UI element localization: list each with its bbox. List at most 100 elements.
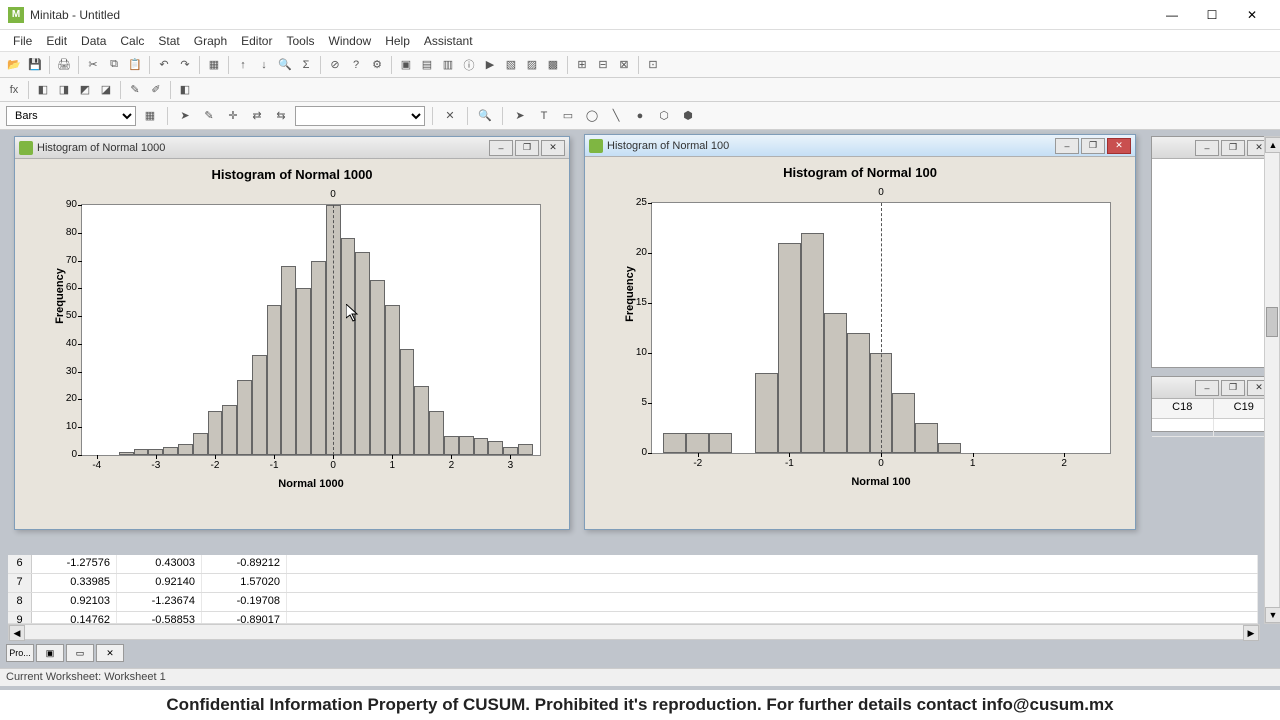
tb-a-icon[interactable]: ▣ (396, 55, 416, 75)
marker-icon[interactable]: ● (630, 106, 650, 126)
histogram-bar[interactable] (148, 449, 163, 455)
histogram-bar[interactable] (915, 423, 938, 453)
histogram-bar[interactable] (385, 305, 400, 455)
polyline-icon[interactable]: ⬡ (654, 106, 674, 126)
col-header[interactable]: C18 (1152, 399, 1214, 418)
histogram-bar[interactable] (134, 449, 149, 455)
histogram-bar[interactable] (938, 443, 961, 453)
histogram-bar[interactable] (444, 436, 459, 455)
minimize-icon[interactable]: – (1195, 380, 1219, 396)
pointer-icon[interactable]: ➤ (175, 106, 195, 126)
arrow-up-icon[interactable]: ↑ (233, 55, 253, 75)
histogram-bar[interactable] (341, 238, 356, 455)
undo-icon[interactable]: ↶ (154, 55, 174, 75)
histogram-bar[interactable] (824, 313, 847, 453)
histogram-bar[interactable] (119, 452, 134, 455)
histogram-bar[interactable] (778, 243, 801, 453)
open-icon[interactable]: 📂 (4, 55, 24, 75)
find-icon[interactable]: 🔍 (275, 55, 295, 75)
table-row[interactable]: 7 0.33985 0.92140 1.57020 (8, 574, 1258, 593)
close-icon[interactable]: ✕ (541, 140, 565, 156)
histogram-bar[interactable] (709, 433, 732, 453)
histogram-bar[interactable] (429, 411, 444, 455)
tb-f-icon[interactable]: ▩ (543, 55, 563, 75)
et-f-icon[interactable]: ✐ (146, 80, 166, 100)
histogram-bar[interactable] (222, 405, 237, 455)
copy-icon[interactable]: ⧉ (104, 55, 124, 75)
scroll-right-icon[interactable]: ▶ (1243, 625, 1259, 641)
chart-titlebar[interactable]: Histogram of Normal 1000 – ❐ ✕ (15, 137, 569, 159)
histogram-bar[interactable] (663, 433, 686, 453)
scroll-down-icon[interactable]: ▼ (1265, 607, 1280, 623)
histogram-bar[interactable] (237, 380, 252, 455)
histogram-bar[interactable] (518, 444, 533, 455)
histogram-bar[interactable] (686, 433, 709, 453)
histogram-bar[interactable] (193, 433, 208, 455)
minimize-button[interactable]: — (1152, 1, 1192, 29)
menu-tools[interactable]: Tools (279, 32, 321, 50)
swap-icon[interactable]: ⇄ (247, 106, 267, 126)
histogram-bar[interactable] (414, 386, 429, 455)
chart-window-1000[interactable]: Histogram of Normal 1000 – ❐ ✕ Histogram… (14, 136, 570, 530)
et-e-icon[interactable]: ✎ (125, 80, 145, 100)
fx-icon[interactable]: fx (4, 80, 24, 100)
grid4-icon[interactable]: ⊡ (643, 55, 663, 75)
menu-assistant[interactable]: Assistant (417, 32, 480, 50)
minimize-icon[interactable]: – (489, 140, 513, 156)
grid3-icon[interactable]: ⊠ (614, 55, 634, 75)
menu-stat[interactable]: Stat (151, 32, 186, 50)
maximize-button[interactable]: ☐ (1192, 1, 1232, 29)
info-icon[interactable]: ⓘ (459, 55, 479, 75)
et-b-icon[interactable]: ◨ (54, 80, 74, 100)
play-icon[interactable]: ▶ (480, 55, 500, 75)
graph-combo[interactable] (295, 106, 425, 126)
histogram-bar[interactable] (252, 355, 267, 455)
et-a-icon[interactable]: ◧ (33, 80, 53, 100)
horizontal-scrollbar[interactable]: ◀ ▶ (8, 624, 1260, 640)
close-icon[interactable]: ✕ (1107, 138, 1131, 154)
text-icon[interactable]: T (534, 106, 554, 126)
tb-d-icon[interactable]: ▧ (501, 55, 521, 75)
plot-area[interactable]: 0 Frequency Normal 1000 0102030405060708… (81, 204, 541, 456)
tab-button[interactable]: ▭ (66, 644, 94, 662)
tb-e-icon[interactable]: ▨ (522, 55, 542, 75)
restore-icon[interactable]: ❐ (1081, 138, 1105, 154)
histogram-bar[interactable] (267, 305, 282, 455)
minimize-icon[interactable]: – (1195, 140, 1219, 156)
line-icon[interactable]: ╲ (606, 106, 626, 126)
restore-icon[interactable]: ❐ (515, 140, 539, 156)
rect-icon[interactable]: ▭ (558, 106, 578, 126)
et-g-icon[interactable]: ◧ (175, 80, 195, 100)
chart-titlebar[interactable]: Histogram of Normal 100 – ❐ ✕ (585, 135, 1135, 157)
histogram-bar[interactable] (370, 280, 385, 455)
worksheet-titlebar[interactable]: – ❐ ✕ (1152, 377, 1275, 399)
minimize-icon[interactable]: – (1055, 138, 1079, 154)
histogram-bar[interactable] (400, 349, 415, 455)
menu-file[interactable]: File (6, 32, 39, 50)
gt-a-icon[interactable]: ▦ (140, 106, 160, 126)
select-icon[interactable]: ➤ (510, 106, 530, 126)
x-icon[interactable]: ✕ (440, 106, 460, 126)
ellipse-icon[interactable]: ◯ (582, 106, 602, 126)
stats-icon[interactable]: Σ (296, 55, 316, 75)
table-row[interactable]: 9 0.14762 -0.58853 -0.89017 (8, 612, 1258, 624)
histogram-bar[interactable] (281, 266, 296, 455)
histogram-bar[interactable] (208, 411, 223, 455)
zoom-icon[interactable]: 🔍 (475, 106, 495, 126)
cut-icon[interactable]: ✂ (83, 55, 103, 75)
histogram-bar[interactable] (503, 447, 518, 455)
histogram-bar[interactable] (311, 261, 326, 455)
histogram-bar[interactable] (488, 441, 503, 455)
menu-calc[interactable]: Calc (113, 32, 151, 50)
redo-icon[interactable]: ↷ (175, 55, 195, 75)
project-tab[interactable]: Pro... (6, 644, 34, 662)
menu-graph[interactable]: Graph (187, 32, 234, 50)
histogram-bar[interactable] (459, 436, 474, 455)
scroll-up-icon[interactable]: ▲ (1265, 137, 1280, 153)
swap2-icon[interactable]: ⇆ (271, 106, 291, 126)
vertical-scrollbar[interactable]: ▲ ▼ (1264, 136, 1280, 624)
tb-c-icon[interactable]: ▥ (438, 55, 458, 75)
scroll-left-icon[interactable]: ◀ (9, 625, 25, 641)
menu-data[interactable]: Data (74, 32, 113, 50)
histogram-bar[interactable] (755, 373, 778, 453)
